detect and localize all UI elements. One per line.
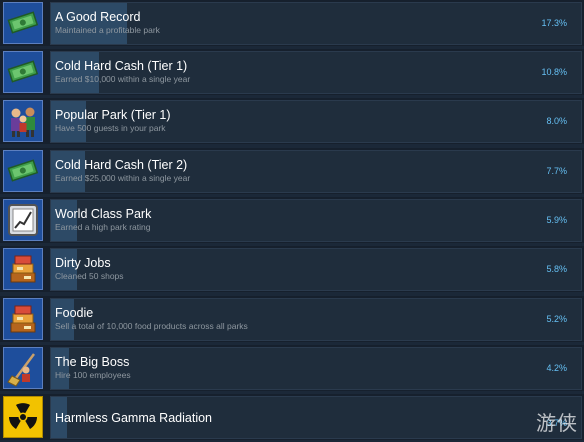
achievement-panel: Foodie Sell a total of 10,000 food produ… xyxy=(50,298,582,341)
achievement-row: Cold Hard Cash (Tier 2) Earned $25,000 w… xyxy=(0,148,584,194)
rating-graph-icon xyxy=(3,199,43,241)
achievement-panel: Cold Hard Cash (Tier 2) Earned $25,000 w… xyxy=(50,150,582,193)
food-stack-icon xyxy=(3,248,43,290)
achievement-name: Foodie xyxy=(55,306,94,320)
achievement-row: World Class Park Earned a high park rati… xyxy=(0,197,584,243)
achievement-percent: 5.8% xyxy=(546,264,567,274)
watermark-logo: 游侠 xyxy=(536,411,578,435)
achievement-row: Harmless Gamma Radiation 3.7% xyxy=(0,394,584,440)
achievement-row: The Big Boss Hire 100 employees 4.2% xyxy=(0,345,584,391)
achievement-description: Cleaned 50 shops xyxy=(55,271,124,281)
achievement-percent: 4.2% xyxy=(546,363,567,373)
achievement-row: A Good Record Maintained a profitable pa… xyxy=(0,0,584,46)
guests-icon xyxy=(3,100,43,142)
achievement-panel: World Class Park Earned a high park rati… xyxy=(50,199,582,242)
achievement-row: Cold Hard Cash (Tier 1) Earned $10,000 w… xyxy=(0,49,584,95)
achievement-description: Have 500 guests in your park xyxy=(55,123,166,133)
achievement-panel: Cold Hard Cash (Tier 1) Earned $10,000 w… xyxy=(50,51,582,94)
achievement-percent: 17.3% xyxy=(541,18,567,28)
achievement-name: Cold Hard Cash (Tier 1) xyxy=(55,59,188,73)
achievement-panel: Harmless Gamma Radiation 3.7% xyxy=(50,396,582,439)
achievement-row: Foodie Sell a total of 10,000 food produ… xyxy=(0,296,584,342)
achievement-description: Earned a high park rating xyxy=(55,222,151,232)
achievement-name: Harmless Gamma Radiation xyxy=(55,411,212,425)
achievement-percent: 5.2% xyxy=(546,314,567,324)
achievement-description: Maintained a profitable park xyxy=(55,25,160,35)
achievement-percent: 10.8% xyxy=(541,67,567,77)
achievement-percent: 8.0% xyxy=(546,116,567,126)
money-icon xyxy=(3,2,43,44)
achievement-description: Earned $25,000 within a single year xyxy=(55,173,191,183)
achievement-row: Dirty Jobs Cleaned 50 shops 5.8% xyxy=(0,246,584,292)
achievement-percent: 7.7% xyxy=(546,166,567,176)
achievement-panel: Dirty Jobs Cleaned 50 shops 5.8% xyxy=(50,248,582,291)
food-stack-icon xyxy=(3,298,43,340)
achievement-name: World Class Park xyxy=(55,207,152,221)
achievement-panel: A Good Record Maintained a profitable pa… xyxy=(50,2,582,45)
achievement-percent: 5.9% xyxy=(546,215,567,225)
money-icon xyxy=(3,51,43,93)
achievement-row: Popular Park (Tier 1) Have 500 guests in… xyxy=(0,98,584,144)
radiation-icon xyxy=(3,396,43,438)
achievement-description: Hire 100 employees xyxy=(55,370,131,380)
achievement-name: The Big Boss xyxy=(55,355,130,369)
achievement-panel: The Big Boss Hire 100 employees 4.2% xyxy=(50,347,582,390)
achievement-panel: Popular Park (Tier 1) Have 500 guests in… xyxy=(50,100,582,143)
achievement-description: Sell a total of 10,000 food products acr… xyxy=(55,321,248,331)
broom-worker-icon xyxy=(3,347,43,389)
achievement-name: Popular Park (Tier 1) xyxy=(55,108,171,122)
achievement-name: A Good Record xyxy=(55,10,141,24)
achievement-description: Earned $10,000 within a single year xyxy=(55,74,191,84)
money-icon xyxy=(3,150,43,192)
achievement-name: Dirty Jobs xyxy=(55,256,111,270)
achievement-name: Cold Hard Cash (Tier 2) xyxy=(55,158,188,172)
